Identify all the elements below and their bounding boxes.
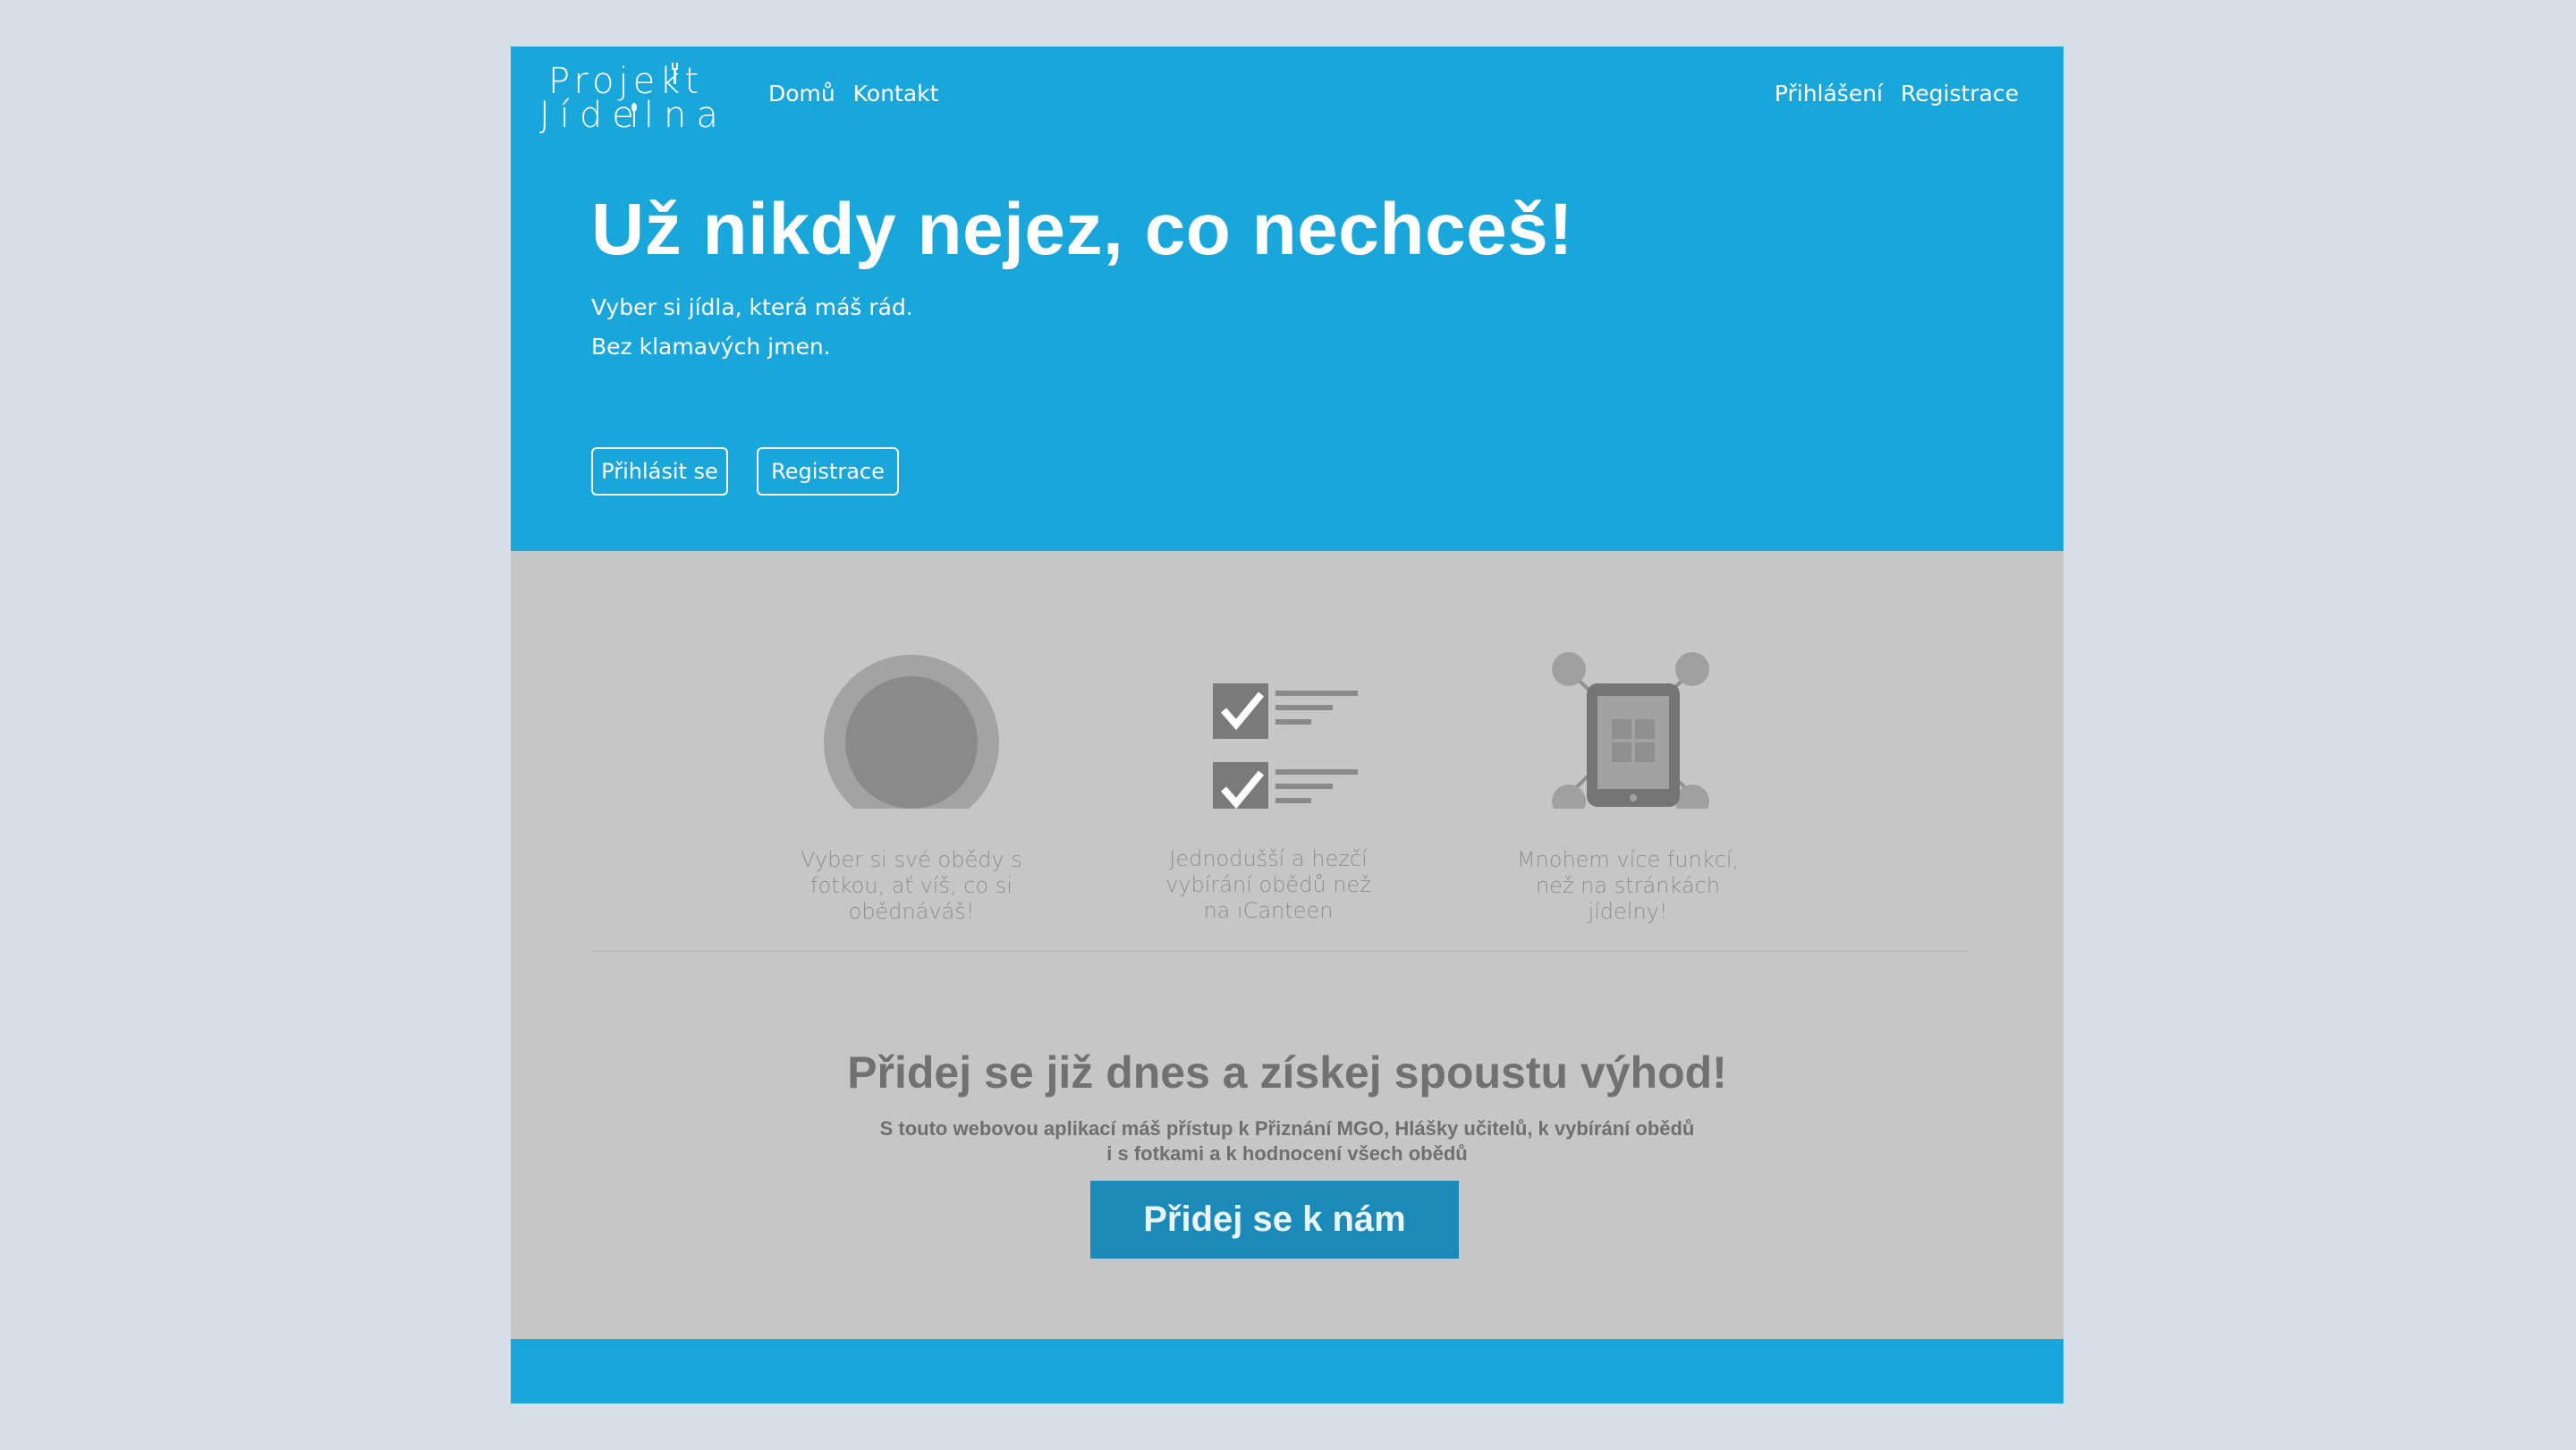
feature-text-line: na iCanteen [1203,898,1334,923]
hero-title: Už nikdy nejez, co nechceš! [591,189,1574,270]
feature-photos: Vyber si své obědy s fotkou, ať víš, co … [777,594,1046,924]
feature-text-line: vybírání obědů než [1165,872,1371,897]
hero-subtitle-line-1: Vyber si jídla, která máš rád. [591,294,913,320]
hero-section: Projekt Jídelna Domů Kontakt Přihlášení … [511,47,2063,551]
section-divider [591,950,1969,952]
feature-text-line: obědnáváš! [848,899,975,924]
feature-functions-text: Mnohem více funkcí, než na stránkách jíd… [1494,847,1762,925]
feature-text-line: fotkou, ať víš, co si [810,873,1013,898]
feature-text-line: Mnohem více funkcí, [1516,847,1740,872]
feature-functions: Mnohem více funkcí, než na stránkách jíd… [1494,594,1762,924]
nav-home-link[interactable]: Domů [768,81,835,106]
hero-subtitle: Vyber si jídla, která máš rád. Bez klama… [591,288,913,367]
nav-contact-link[interactable]: Kontakt [853,81,939,106]
footer [511,1339,2063,1403]
feature-ordering: Jednodušší a hezčí vybírání obědů než na… [1134,594,1402,923]
checklist-icon [1213,683,1358,809]
feature-text-line: Vyber si své obědy s [801,847,1022,872]
feature-text-line: než na stránkách [1535,873,1721,898]
nav-login-link[interactable]: Přihlášení [1775,81,1883,106]
tablet-network-icon [1552,652,1709,809]
join-description-line-1: S touto webovou aplikací máš přístup k P… [879,1117,1695,1140]
feature-photos-text: Vyber si své obědy s fotkou, ať víš, co … [777,847,1046,925]
cutlery-icon [631,63,678,127]
feature-text-line: jídelny! [1588,899,1668,924]
register-button[interactable]: Registrace [757,447,899,496]
login-button[interactable]: Přihlásit se [591,447,728,496]
logo[interactable]: Projekt Jídelna [538,55,718,136]
plate-icon [824,655,999,809]
join-us-button[interactable]: Přidej se k nám [1090,1181,1459,1259]
main-nav: Domů Kontakt [768,81,938,106]
feature-ordering-text: Jednodušší a hezčí vybírání obědů než na… [1134,846,1402,924]
join-description: S touto webovou aplikací máš přístup k P… [511,1116,2063,1166]
nav-register-link[interactable]: Registrace [1901,81,2019,106]
page-frame: Projekt Jídelna Domů Kontakt Přihlášení … [511,47,2063,1403]
join-title: Přidej se již dnes a získej spoustu výho… [847,1047,1727,1098]
hero-subtitle-line-2: Bez klamavých jmen. [591,334,831,360]
feature-text-line: Jednodušší a hezčí [1169,846,1368,871]
account-nav: Přihlášení Registrace [1775,81,2019,106]
join-description-line-2: i s fotkami a k hodnocení všech obědů [1106,1142,1468,1165]
